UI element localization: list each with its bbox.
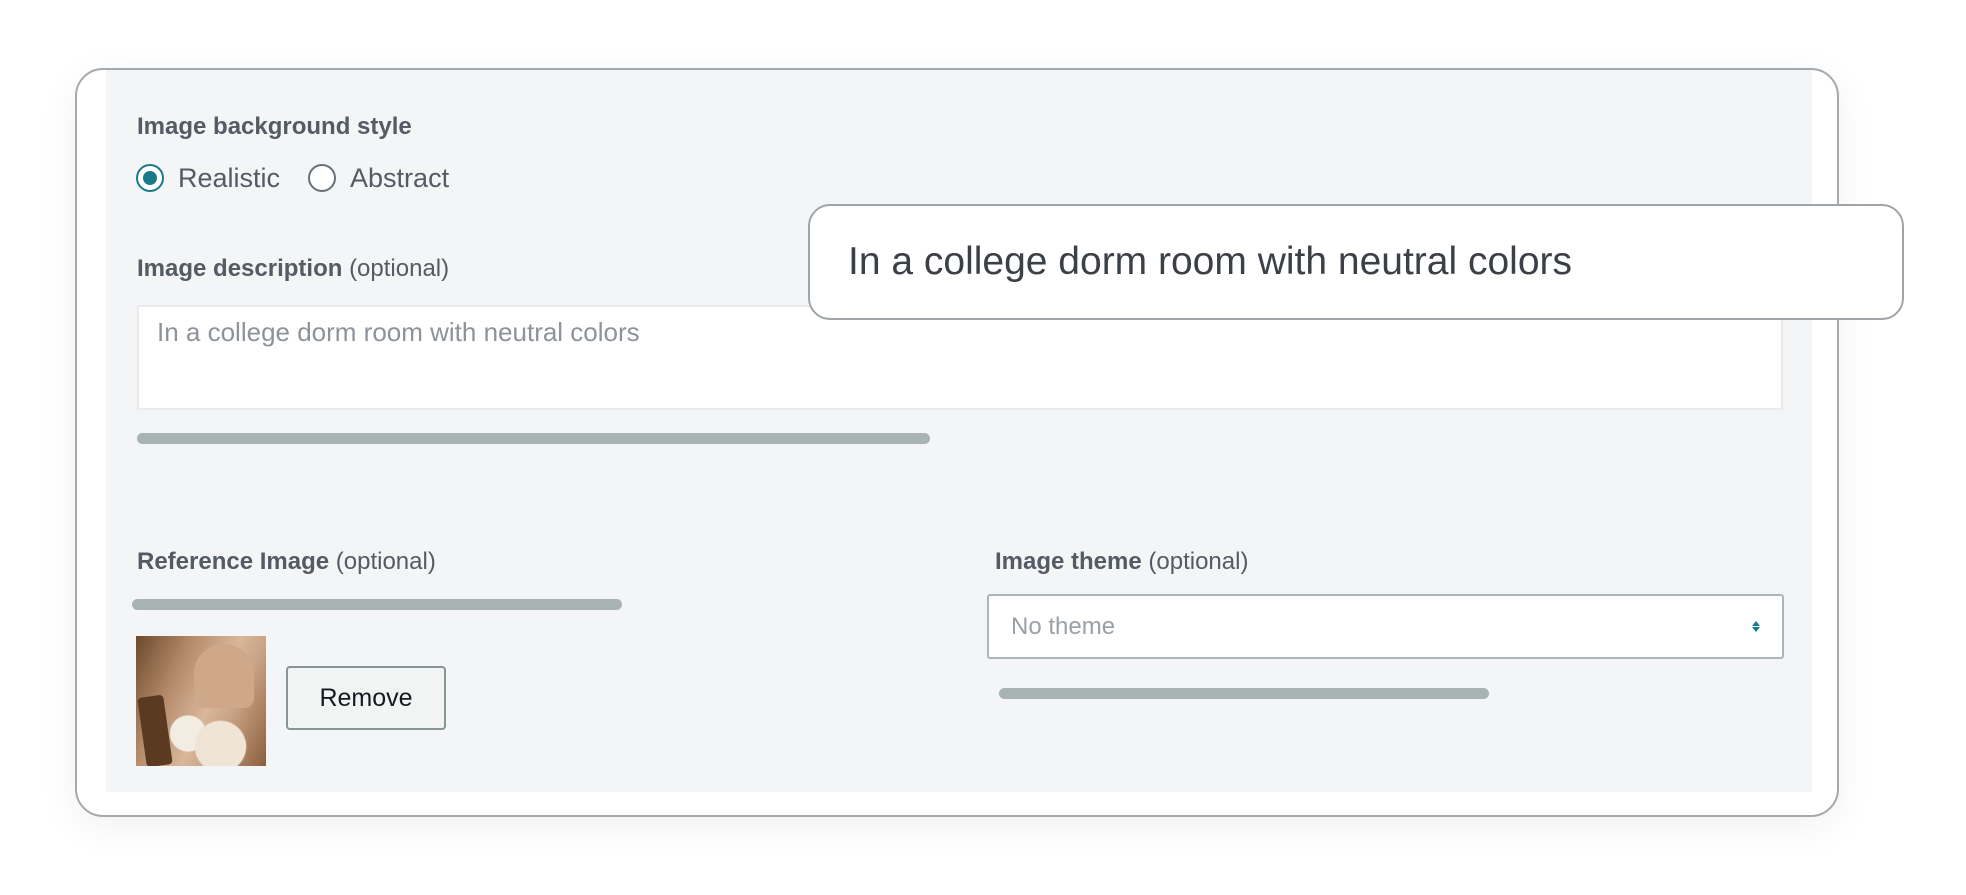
radio-abstract[interactable] — [308, 164, 337, 192]
description-callout: In a college dorm room with neutral colo… — [808, 204, 1904, 320]
background-style-label: Image background style — [137, 113, 412, 140]
reference-optional-label: (optional) — [335, 548, 436, 575]
description-hint-redacted — [137, 433, 930, 444]
description-label: Image description (optional) — [137, 255, 450, 282]
image-theme-label: Image theme (optional) — [995, 548, 1249, 575]
remove-button[interactable]: Remove — [286, 666, 446, 730]
theme-optional-label: (optional) — [1148, 548, 1249, 575]
image-theme-value: No theme — [1011, 612, 1116, 640]
reference-hint-redacted — [132, 599, 622, 610]
image-theme-select[interactable]: No theme — [987, 594, 1784, 659]
select-caret-icon — [1752, 621, 1760, 632]
radio-realistic[interactable] — [136, 164, 164, 192]
description-optional-label: (optional) — [349, 255, 450, 282]
radio-realistic-label[interactable]: Realistic — [178, 163, 280, 194]
reference-image-thumbnail — [136, 636, 266, 766]
description-textarea[interactable]: In a college dorm room with neutral colo… — [137, 305, 1783, 410]
theme-hint-redacted — [999, 688, 1489, 699]
background-style-radio-group: Realistic Abstract — [136, 160, 477, 196]
description-placeholder: In a college dorm room with neutral colo… — [157, 317, 640, 347]
callout-text: In a college dorm room with neutral colo… — [848, 240, 1572, 283]
reference-image-label: Reference Image (optional) — [137, 548, 436, 575]
radio-abstract-label[interactable]: Abstract — [350, 163, 449, 194]
